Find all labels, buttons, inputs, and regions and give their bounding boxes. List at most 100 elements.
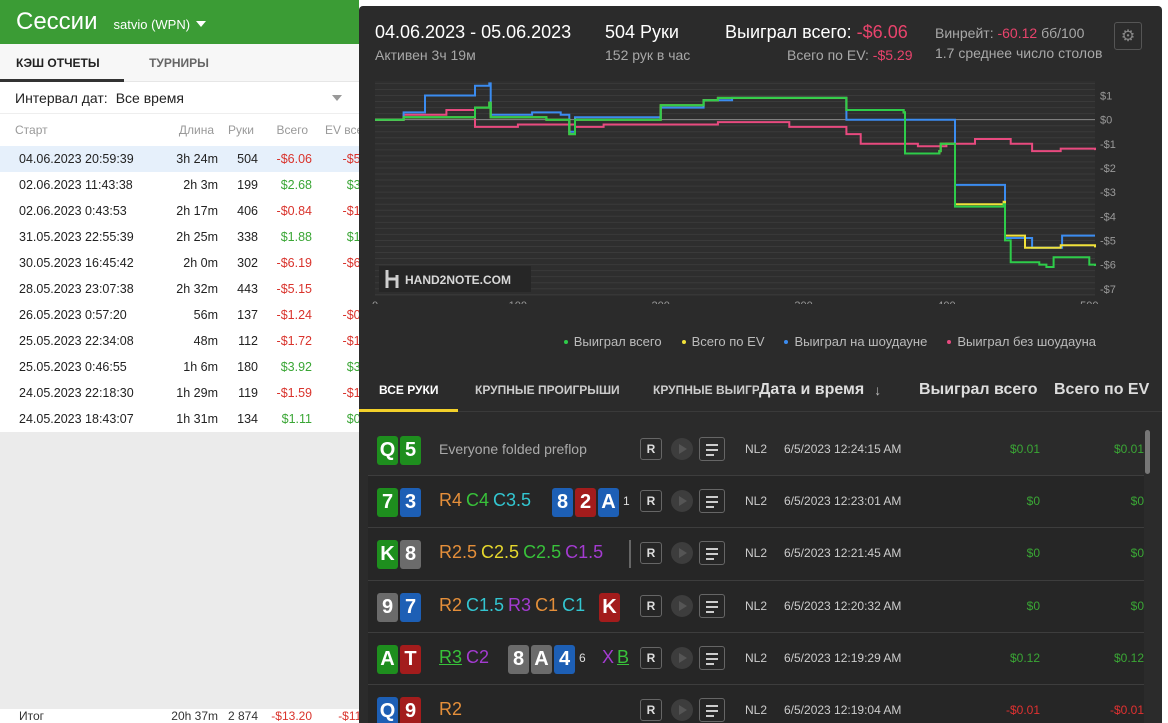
hand-date: 6/5/2023 12:24:15 AM: [784, 442, 902, 456]
interval-value: Все время: [115, 89, 184, 106]
hole-card: T: [400, 644, 421, 674]
notes-icon[interactable]: [699, 541, 725, 566]
cell-hands: 119: [238, 386, 258, 400]
play-icon[interactable]: [671, 594, 693, 617]
legend-dot-icon: [563, 339, 568, 344]
board-card: 8: [508, 644, 529, 674]
session-details-panel: 04.06.2023 - 05.06.2023 Активен 3ч 19м 5…: [358, 6, 1162, 723]
cell-length: 1h 31m: [176, 412, 218, 426]
hole-card: 7: [377, 488, 398, 518]
notes-icon[interactable]: [699, 645, 725, 670]
table-row[interactable]: 28.05.2023 23:07:382h 32m443-$5.15-$4: [0, 276, 378, 302]
top-bar: Сессии satvio (WPN): [0, 0, 359, 44]
replay-button[interactable]: R: [640, 698, 662, 721]
hand-row[interactable]: 7 3 R4 C4 C3.5 8 2 A 1 R NL2 6/5/2023 12:23:01 AM $0…: [368, 476, 1144, 529]
date-range: 04.06.2023 - 05.06.2023: [375, 22, 572, 42]
play-icon[interactable]: [671, 438, 693, 460]
table-row[interactable]: 26.05.2023 0:57:2056m137-$1.24-$0.74: [0, 302, 378, 328]
replay-button[interactable]: R: [640, 594, 662, 617]
play-icon[interactable]: [671, 490, 693, 513]
footer-hands: 2 874: [227, 709, 258, 723]
hand-ev: $0: [1130, 494, 1144, 509]
play-icon[interactable]: [671, 646, 693, 669]
left-tabs: КЭШ ОТЧЕТЫ ТУРНИРЫ: [0, 44, 359, 82]
cell-start: 26.05.2023 0:57:20: [19, 308, 127, 322]
action: X: [602, 646, 615, 667]
hands-per-hour: 152 рук в час: [605, 47, 691, 63]
cell-length: 2h 3m: [183, 178, 218, 192]
cell-hands: 302: [237, 256, 258, 270]
table-row[interactable]: 25.05.2023 22:34:0848m112-$1.72-$1.75: [0, 328, 378, 354]
cell-length: 1h 29m: [176, 386, 218, 400]
col-date-time[interactable]: Дата и время ↓: [759, 368, 881, 412]
action: R4: [439, 490, 463, 511]
col-hands[interactable]: Руки: [214, 123, 254, 137]
hand-ev: -$0.01: [1109, 702, 1144, 717]
notes-icon[interactable]: [699, 437, 725, 461]
col-start[interactable]: Старт: [15, 123, 148, 137]
hand-won: $0: [1026, 494, 1040, 509]
limit: NL2: [745, 650, 768, 665]
cell-hands: 112: [238, 334, 258, 348]
cell-total: -$1.72: [276, 334, 312, 348]
table-row[interactable]: 24.05.2023 18:43:071h 31m134$1.11$0.76: [0, 406, 378, 432]
legend-item[interactable]: Выиграл всего: [563, 334, 662, 349]
table-row[interactable]: 24.05.2023 22:18:301h 29m119-$1.59-$1.79: [0, 380, 378, 406]
table-row[interactable]: 02.06.2023 11:43:382h 3m199$2.68$3.63: [0, 172, 378, 198]
action: C1: [562, 594, 586, 615]
preflop-actions: Everyone folded preflop: [439, 438, 591, 459]
table-row[interactable]: 25.05.2023 0:46:551h 6m180$3.92$3.92: [0, 354, 378, 380]
hand-date: 6/5/2023 12:21:45 AM: [784, 546, 902, 561]
play-icon[interactable]: [671, 542, 693, 565]
limit: NL2: [745, 702, 768, 717]
user-selector[interactable]: satvio (WPN): [114, 17, 207, 32]
legend-label: Выиграл без шоудауна: [957, 334, 1096, 349]
hand-row[interactable]: K 8 R2.5 C2.5 C2.5 C1.5 R NL2 6/5/2023 12:21:45 …: [368, 528, 1144, 581]
replay-button[interactable]: R: [640, 542, 662, 565]
hand-row[interactable]: 9 7 R2 C1.5 R3 C1 C1 K R NL2 6/5/2023 12:20:32 AM $…: [368, 580, 1144, 633]
y-tick-label: -$1: [1100, 139, 1116, 151]
replay-button[interactable]: R: [640, 646, 662, 669]
hands-scrollbar[interactable]: [1144, 426, 1152, 723]
tab-all-hands[interactable]: ВСЕ РУКИ: [358, 368, 460, 412]
table-row[interactable]: 31.05.2023 22:55:392h 25m338$1.88$1.22: [0, 224, 378, 250]
legend-item[interactable]: Выиграл на шоудауне: [784, 334, 927, 349]
notes-icon[interactable]: [699, 489, 725, 514]
table-row[interactable]: 04.06.2023 20:59:393h 24m504-$6.06-$5.29: [0, 146, 378, 172]
page-title: Сессии: [16, 8, 98, 35]
tab-big-wins[interactable]: КРУПНЫЕ ВЫИГРЫШИ: [653, 368, 759, 412]
replay-button[interactable]: R: [640, 438, 662, 460]
legend-dot-icon: [947, 339, 952, 344]
settings-button[interactable]: ⚙: [1114, 22, 1142, 50]
profit-chart: $1 $0 -$1 -$2 -$3 -$4 -$5 -$6 -$7 0 100 200 300 400 50…: [372, 81, 1116, 304]
play-icon[interactable]: [671, 698, 693, 721]
action: B: [617, 646, 630, 667]
notes-icon[interactable]: [699, 593, 725, 618]
replay-button[interactable]: R: [640, 490, 662, 513]
hand-row[interactable]: A T R3 C2 8 A 4 6 X B R NL2 6/5/2023 12:19:29 AM $0.1…: [368, 632, 1144, 685]
table-row[interactable]: 02.06.2023 0:43:532h 17m406-$0.84-$1.36: [0, 198, 378, 224]
table-row[interactable]: 30.05.2023 16:45:422h 0m302-$6.19-$6.19: [0, 250, 378, 276]
legend-item[interactable]: Выиграл без шоудауна: [947, 334, 1096, 349]
legend-item[interactable]: Всего по EV: [681, 334, 764, 349]
date-interval-filter[interactable]: Интервал дат: Все время: [0, 82, 359, 114]
col-won-total[interactable]: Выиграл всего: [919, 368, 1037, 412]
scrollbar-thumb[interactable]: [1145, 430, 1150, 474]
cell-start: 02.06.2023 0:43:53: [19, 204, 127, 218]
col-ev-total-hands[interactable]: Всего по EV: [1054, 368, 1149, 412]
y-tick-label: -$6: [1100, 260, 1116, 272]
tab-big-losses[interactable]: КРУПНЫЕ ПРОИГРЫШИ: [475, 368, 620, 412]
col-total[interactable]: Всего: [254, 123, 308, 137]
tab-cash-reports[interactable]: КЭШ ОТЧЕТЫ: [0, 44, 124, 82]
notes-icon[interactable]: [699, 697, 725, 722]
hand-won: $0: [1026, 598, 1040, 613]
hand-date: 6/5/2023 12:19:29 AM: [784, 650, 902, 665]
tab-tournaments[interactable]: ТУРНИРЫ: [124, 44, 234, 81]
hand-won: $0.12: [1009, 650, 1040, 665]
hole-card: 3: [400, 488, 421, 518]
hole-card: Q: [377, 436, 398, 465]
hand-row[interactable]: Q 9 R2 R NL2 6/5/2023 12:19:04 AM -$0.01 -$0.01: [368, 684, 1144, 723]
hole-card: 9: [377, 592, 398, 622]
hand-row[interactable]: Q 5 Everyone folded preflop R NL2 6/5/2023 12…: [368, 424, 1144, 477]
col-length[interactable]: Длина: [148, 123, 214, 137]
